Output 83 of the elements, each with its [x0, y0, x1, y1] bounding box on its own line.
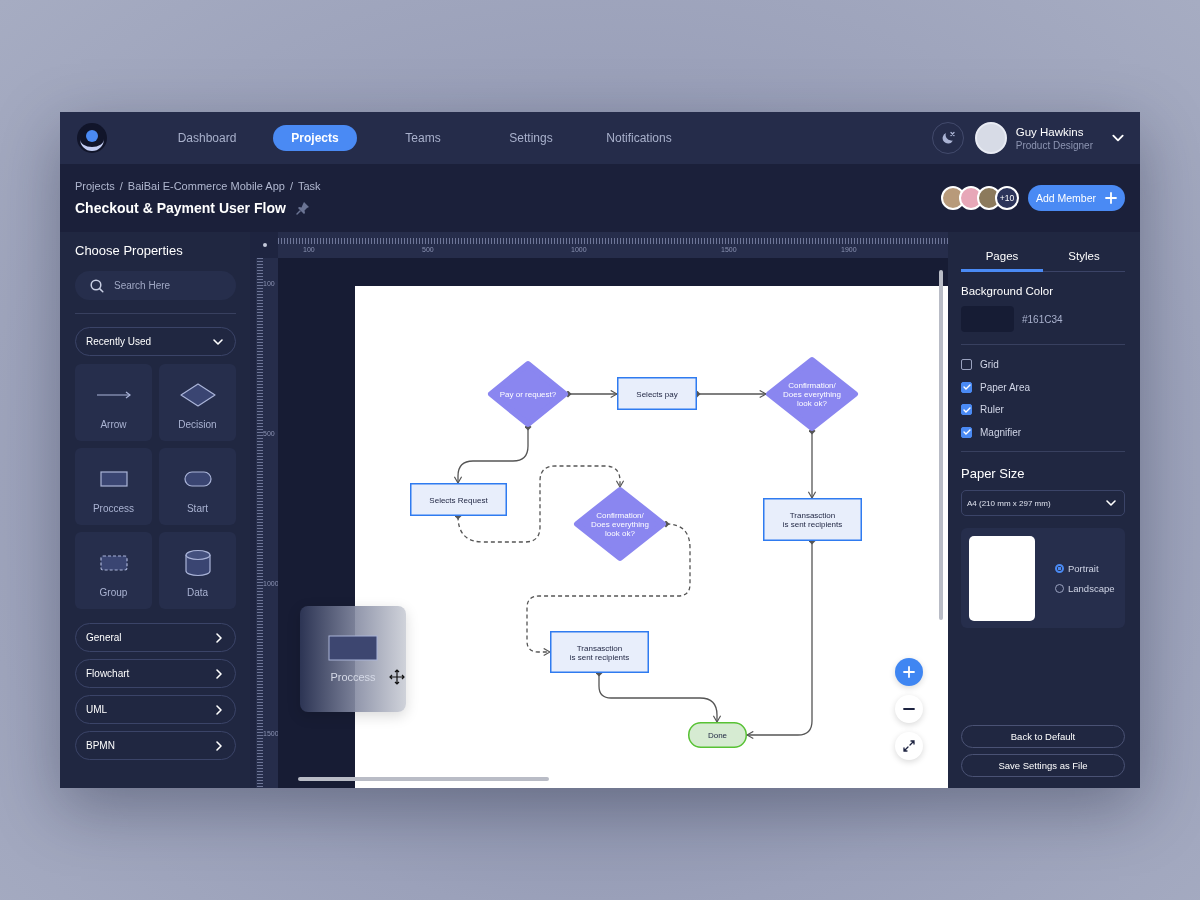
rectangle-icon	[99, 471, 128, 487]
pin-icon	[295, 201, 310, 215]
nav-tab[interactable]: Notifications	[597, 125, 681, 151]
diamond-icon	[179, 383, 216, 407]
checkbox[interactable]	[961, 404, 972, 416]
shape-tile[interactable]: Proccess	[75, 448, 152, 525]
chevron-down-icon	[1105, 497, 1117, 509]
option-label: Paper Area	[980, 381, 1031, 393]
plus-icon	[903, 666, 915, 678]
connector-arrow	[807, 427, 817, 499]
horizontal-scrollbar[interactable]	[298, 777, 549, 781]
panel-tab[interactable]: Styles	[1043, 243, 1125, 272]
checkbox[interactable]	[961, 359, 972, 371]
breadcrumb-link[interactable]: BaiBai E-Commerce Mobile App	[127, 180, 285, 192]
logo-icon	[77, 123, 107, 153]
option-label: Ruler	[980, 404, 1004, 416]
terminal-node[interactable]: Done	[688, 722, 747, 748]
shape-tile[interactable]: Arrow	[75, 364, 152, 441]
user-avatar	[974, 122, 1007, 154]
process-node[interactable]: Selects Request	[410, 483, 507, 516]
process-node[interactable]: Transasction is sent recipients	[550, 631, 649, 673]
ruler-origin-dot	[263, 243, 267, 247]
option-checkbox[interactable]: Magnifier	[961, 425, 1125, 439]
user-name: Guy Hawkins	[1015, 125, 1085, 138]
arrow-icon	[95, 391, 132, 399]
panel-tab[interactable]: Pages	[961, 243, 1043, 272]
sidebar-title: Choose Properties	[75, 243, 184, 260]
shape-label: Group	[99, 587, 128, 598]
search-field[interactable]: Search Here	[75, 271, 236, 300]
orientation-radio[interactable]: Landscape	[1055, 582, 1115, 594]
option-label: Magnifier	[980, 426, 1022, 438]
breadcrumb-link[interactable]: Task	[298, 180, 321, 192]
shape-tile[interactable]: Group	[75, 532, 152, 609]
shape-label: Proccess	[92, 503, 135, 514]
section-title: Background Color	[961, 285, 1055, 297]
shape-label: Start	[186, 503, 209, 514]
nav-tab[interactable]: Teams	[381, 125, 465, 151]
check-icon	[962, 383, 971, 392]
breadcrumb-separator: /	[289, 180, 293, 192]
option-checkbox[interactable]: Grid	[961, 358, 1125, 372]
move-cursor-icon	[389, 669, 405, 685]
section-title: Paper Size	[961, 466, 1026, 481]
pin-button[interactable]	[295, 201, 310, 215]
checkbox[interactable]	[961, 426, 972, 438]
page-title: Checkout & Payment User Flow	[75, 200, 286, 216]
rectangle-icon	[328, 635, 378, 661]
process-node[interactable]: Transasction is sent recipients	[763, 498, 862, 541]
user-role: Product Designer	[1015, 139, 1093, 151]
shape-tile[interactable]: Decision	[159, 364, 236, 441]
shape-label: Arrow	[100, 419, 127, 430]
member-count: +10	[995, 186, 1019, 210]
rounded-rectangle-icon	[183, 471, 212, 487]
plus-icon	[1105, 192, 1118, 204]
dashed-rectangle-icon	[99, 555, 128, 571]
expand-icon	[903, 740, 915, 752]
option-checkbox[interactable]: Paper Area	[961, 380, 1125, 394]
chevron-right-icon	[214, 631, 224, 644]
check-icon	[962, 428, 971, 437]
vertical-scrollbar[interactable]	[939, 270, 943, 620]
option-label: Grid	[980, 359, 999, 371]
radio-label: Portrait	[1068, 562, 1099, 574]
shape-label: Decision	[178, 419, 217, 430]
shape-label: Data	[186, 587, 209, 598]
nav-tab[interactable]: Settings	[489, 125, 573, 151]
shape-tile[interactable]: Start	[159, 448, 236, 525]
chevron-right-icon	[214, 703, 224, 716]
check-icon	[962, 405, 971, 414]
radio-label: Landscape	[1068, 582, 1115, 594]
nav-tab[interactable]: Dashboard	[165, 125, 249, 151]
option-checkbox[interactable]: Ruler	[961, 403, 1125, 417]
chevron-right-icon	[214, 667, 224, 680]
breadcrumb-link[interactable]: Projects	[75, 180, 115, 192]
process-node[interactable]: Selects pay	[617, 377, 697, 410]
color-value: #161C34	[1022, 313, 1063, 325]
radio-button[interactable]	[1055, 563, 1064, 573]
shape-tile[interactable]: Data	[159, 532, 236, 609]
breadcrumb-separator: /	[119, 180, 123, 192]
chevron-right-icon	[214, 739, 224, 752]
orientation-radio[interactable]: Portrait	[1055, 562, 1115, 574]
connector-arrow	[564, 389, 618, 399]
cylinder-icon	[184, 549, 211, 577]
paper-size-select[interactable]: A4 (210 mm x 297 mm)	[961, 490, 1125, 516]
checkbox[interactable]	[961, 381, 972, 393]
